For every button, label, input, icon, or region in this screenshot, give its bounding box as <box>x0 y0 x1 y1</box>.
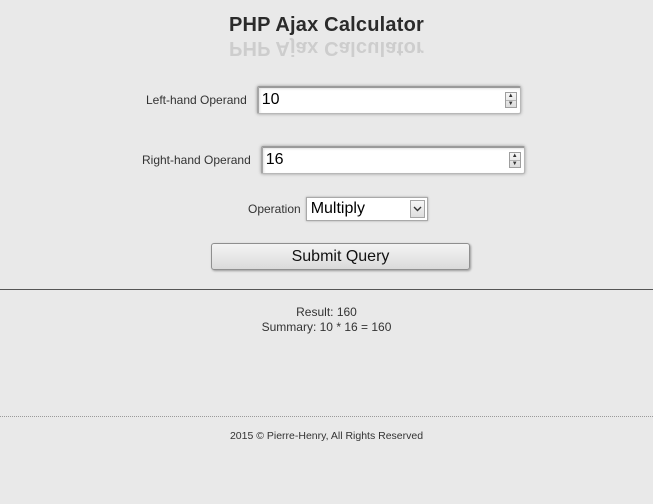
divider <box>0 289 653 290</box>
footer-text: 2015 © Pierre-Henry, All Rights Reserved <box>229 430 424 442</box>
page-title-reflection: PHP Ajax Calculator <box>229 37 424 60</box>
right-operand-row: Right-hand Operand ▲ ▼ <box>142 146 525 174</box>
operation-select[interactable]: Multiply <box>305 197 428 221</box>
left-operand-row: Left-hand Operand ▲ ▼ <box>146 86 521 114</box>
operation-row: Operation Multiply <box>248 197 428 221</box>
left-operand-label: Left-hand Operand <box>146 93 247 107</box>
result-text: Result: 160 <box>296 305 357 319</box>
summary-text: Summary: 10 * 16 = 160 <box>261 320 392 334</box>
footer-divider <box>0 416 653 417</box>
page-title-container: PHP Ajax Calculator PHP Ajax Calculator <box>229 14 424 59</box>
left-operand-spinner[interactable]: ▲ ▼ <box>504 92 517 108</box>
submit-button[interactable]: Submit Query <box>211 243 470 270</box>
page-title: PHP Ajax Calculator <box>229 14 424 36</box>
arrow-down-icon[interactable]: ▼ <box>509 159 520 168</box>
operation-label: Operation <box>248 202 301 216</box>
left-operand-input[interactable] <box>258 88 492 112</box>
right-operand-spinner[interactable]: ▲ ▼ <box>508 152 521 168</box>
chevron-down-glyph <box>413 206 422 212</box>
chevron-down-icon[interactable] <box>409 200 425 218</box>
arrow-down-icon[interactable]: ▼ <box>505 99 516 108</box>
page-header: PHP Ajax Calculator PHP Ajax Calculator <box>0 14 653 59</box>
result-area: Result: 160 Summary: 10 * 16 = 160 <box>0 305 653 335</box>
right-operand-label: Right-hand Operand <box>142 153 251 167</box>
operation-selected-value: Multiply <box>310 200 365 217</box>
left-operand-field[interactable]: ▲ ▼ <box>256 86 521 114</box>
right-operand-field[interactable]: ▲ ▼ <box>260 146 525 174</box>
right-operand-input[interactable] <box>262 148 496 172</box>
